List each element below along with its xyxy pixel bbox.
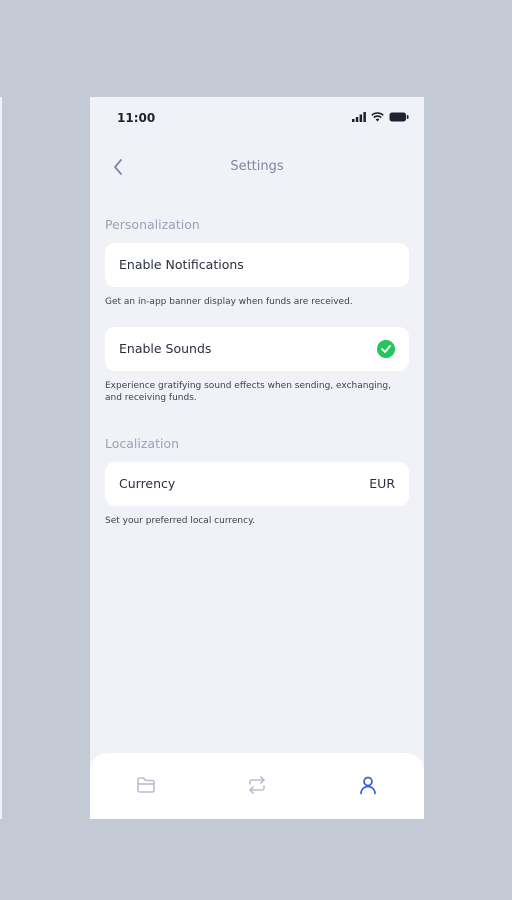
notifications-label: Enable Notifications xyxy=(119,257,244,272)
notifications-toggle-row[interactable]: Enable Notifications xyxy=(105,243,409,287)
currency-value: EUR xyxy=(369,476,395,491)
wifi-icon xyxy=(371,112,384,122)
header: Settings xyxy=(90,147,424,187)
page-title: Settings xyxy=(230,159,284,174)
exchange-icon xyxy=(249,776,265,794)
currency-row[interactable]: Currency EUR xyxy=(105,462,409,506)
section-label-personalization: Personalization xyxy=(105,217,200,232)
adjacent-screen-edge xyxy=(0,97,2,819)
tab-exchange[interactable] xyxy=(245,773,269,797)
bottom-tab-bar xyxy=(90,753,424,819)
status-time: 11:00 xyxy=(117,111,156,125)
sounds-toggle-row[interactable]: Enable Sounds xyxy=(105,327,409,371)
sounds-label: Enable Sounds xyxy=(119,341,212,356)
notifications-hint: Get an in-app banner display when funds … xyxy=(105,297,353,307)
tab-profile[interactable] xyxy=(356,773,380,797)
status-icons xyxy=(352,111,409,123)
currency-label: Currency xyxy=(119,476,176,491)
tab-wallet[interactable] xyxy=(134,773,158,797)
phone-screen: 11:00 Settings Personalization Enable No… xyxy=(90,97,424,819)
currency-hint: Set your preferred local currency. xyxy=(105,516,255,526)
signal-icon xyxy=(352,112,366,122)
check-icon[interactable] xyxy=(377,340,395,358)
battery-icon xyxy=(389,112,409,122)
wallet-icon xyxy=(137,777,155,793)
section-label-localization: Localization xyxy=(105,436,180,451)
sounds-hint: Experience gratifying sound effects when… xyxy=(105,381,391,403)
status-bar: 11:00 xyxy=(90,97,424,139)
profile-icon xyxy=(360,776,376,795)
